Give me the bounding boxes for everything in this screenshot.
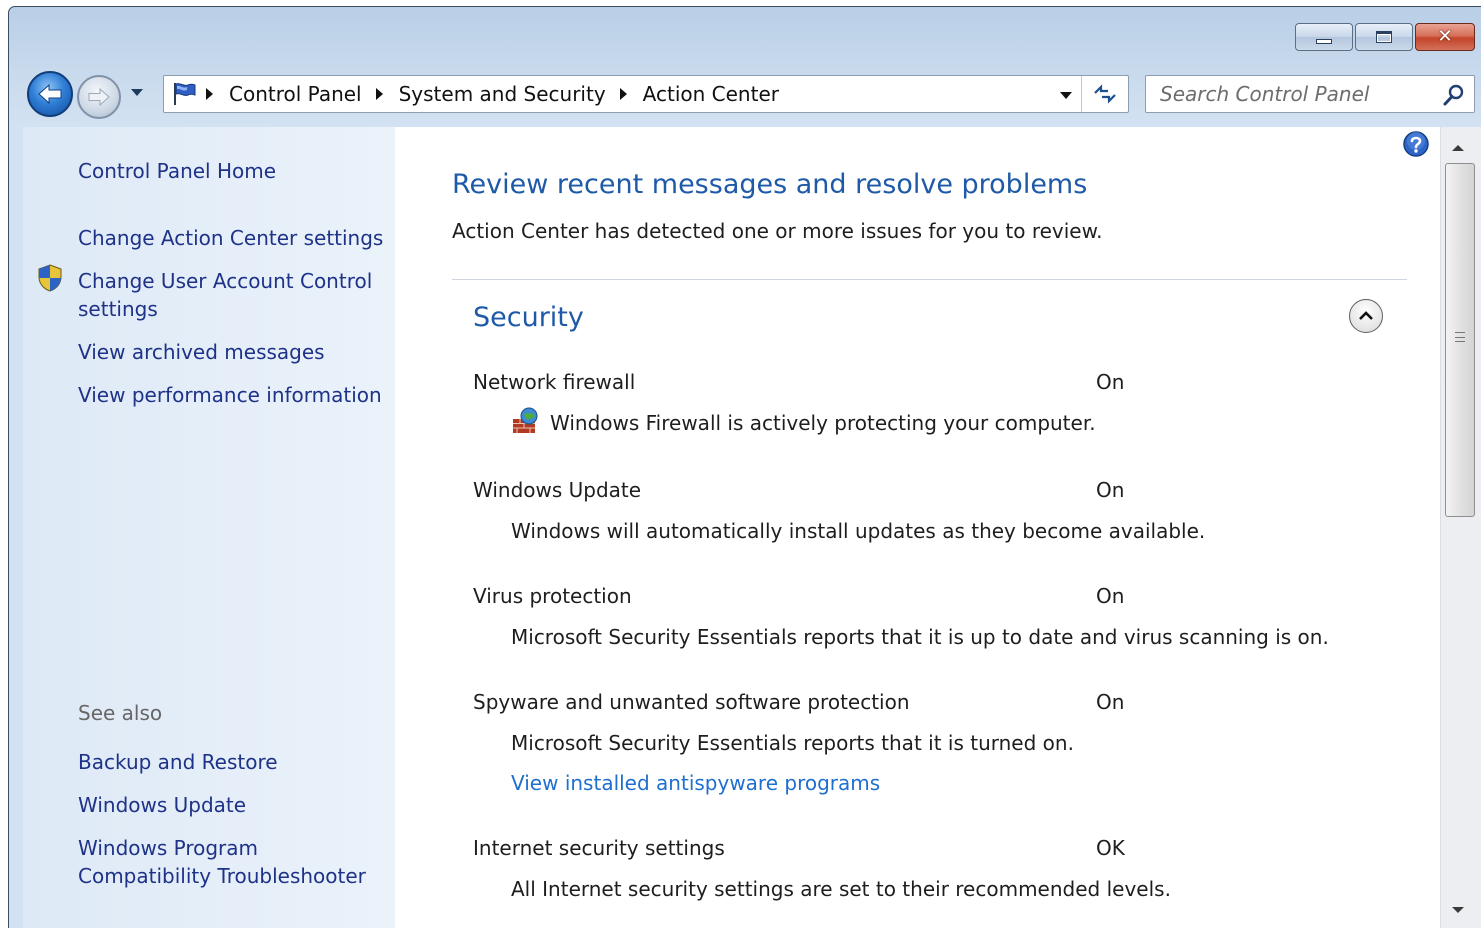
item-description-spyware-protection: Microsoft Security Essentials reports th…: [511, 731, 1074, 755]
sidebar-item-control-panel-home[interactable]: Control Panel Home: [78, 157, 276, 185]
divider: [452, 279, 1407, 280]
action-center-window: ✕ Control Panel System and Security Acti…: [8, 6, 1481, 928]
back-button[interactable]: [27, 71, 73, 117]
scroll-thumb[interactable]: [1445, 163, 1475, 517]
uac-shield-icon: [38, 264, 62, 292]
minimize-icon: [1316, 38, 1332, 44]
refresh-icon: [1094, 84, 1116, 104]
item-description-virus-protection: Microsoft Security Essentials reports th…: [511, 625, 1329, 649]
search-icon[interactable]: [1442, 83, 1466, 107]
content-area: Control Panel Home Change Action Center …: [23, 127, 1481, 928]
see-also-compatibility-troubleshooter[interactable]: Windows Program Compatibility Troublesho…: [78, 834, 378, 890]
breadcrumb-system-and-security[interactable]: System and Security: [399, 82, 606, 106]
search-box: [1145, 75, 1475, 113]
view-installed-antispyware-link[interactable]: View installed antispyware programs: [511, 771, 880, 795]
close-button[interactable]: ✕: [1415, 23, 1475, 51]
see-also-windows-update[interactable]: Windows Update: [78, 791, 246, 819]
address-history-dropdown[interactable]: [1060, 92, 1072, 99]
sidebar-item-view-performance-information[interactable]: View performance information: [78, 381, 382, 409]
refresh-button[interactable]: [1088, 80, 1122, 108]
item-description-windows-update: Windows will automatically install updat…: [511, 519, 1206, 543]
close-icon: ✕: [1437, 26, 1453, 47]
scroll-up-arrow-icon[interactable]: [1452, 145, 1464, 151]
section-title-security[interactable]: Security: [473, 302, 584, 333]
recent-pages-dropdown[interactable]: [131, 89, 143, 96]
page-title: Review recent messages and resolve probl…: [452, 169, 1088, 200]
forward-button[interactable]: [77, 75, 121, 119]
see-also-label: See also: [78, 701, 163, 725]
navigation-bar: Control Panel System and Security Action…: [25, 69, 1475, 119]
sidebar-item-change-action-center-settings[interactable]: Change Action Center settings: [78, 224, 383, 252]
task-pane: Control Panel Home Change Action Center …: [23, 127, 395, 928]
item-label-network-firewall: Network firewall: [473, 370, 636, 394]
help-icon[interactable]: [1402, 130, 1430, 158]
item-status-virus-protection: On: [1096, 584, 1125, 608]
vertical-scrollbar[interactable]: [1440, 127, 1481, 928]
firewall-icon: [513, 407, 538, 433]
minimize-button[interactable]: [1295, 23, 1353, 51]
sidebar-item-change-uac-settings[interactable]: Change User Account Control settings: [78, 267, 388, 323]
breadcrumb-control-panel[interactable]: Control Panel: [229, 82, 362, 106]
item-label-spyware-protection: Spyware and unwanted software protection: [473, 690, 910, 714]
breadcrumb-separator-icon[interactable]: [375, 88, 383, 100]
back-arrow-icon: [38, 83, 62, 105]
see-also-backup-and-restore[interactable]: Backup and Restore: [78, 748, 278, 776]
item-status-spyware-protection: On: [1096, 690, 1125, 714]
chevron-up-icon: [1359, 311, 1373, 320]
scroll-grip-icon: [1455, 332, 1465, 342]
item-status-windows-update: On: [1096, 478, 1125, 502]
maximize-button[interactable]: [1355, 23, 1413, 51]
sidebar-item-view-archived-messages[interactable]: View archived messages: [78, 338, 325, 366]
item-description-network-firewall: Windows Firewall is actively protecting …: [550, 411, 1096, 435]
main-pane: Review recent messages and resolve probl…: [395, 127, 1440, 928]
forward-arrow-icon: [88, 87, 110, 107]
maximize-icon: [1376, 31, 1392, 43]
item-status-network-firewall: On: [1096, 370, 1125, 394]
item-status-internet-security-settings: OK: [1096, 836, 1125, 860]
caption-buttons: ✕: [1295, 23, 1475, 51]
breadcrumb-action-center[interactable]: Action Center: [643, 82, 779, 106]
item-label-virus-protection: Virus protection: [473, 584, 632, 608]
address-separator: [1081, 76, 1082, 112]
breadcrumb-separator-icon[interactable]: [206, 88, 213, 100]
page-subtitle: Action Center has detected one or more i…: [452, 219, 1103, 243]
item-label-internet-security-settings: Internet security settings: [473, 836, 725, 860]
action-center-flag-icon: [174, 83, 196, 105]
search-input[interactable]: [1146, 76, 1436, 112]
scroll-down-arrow-icon[interactable]: [1452, 907, 1464, 913]
breadcrumb: Control Panel System and Security Action…: [200, 76, 779, 112]
item-description-internet-security-settings: All Internet security settings are set t…: [511, 877, 1171, 901]
address-bar[interactable]: Control Panel System and Security Action…: [163, 75, 1129, 113]
collapse-security-button[interactable]: [1349, 299, 1383, 333]
breadcrumb-separator-icon[interactable]: [619, 88, 627, 100]
item-label-windows-update: Windows Update: [473, 478, 642, 502]
